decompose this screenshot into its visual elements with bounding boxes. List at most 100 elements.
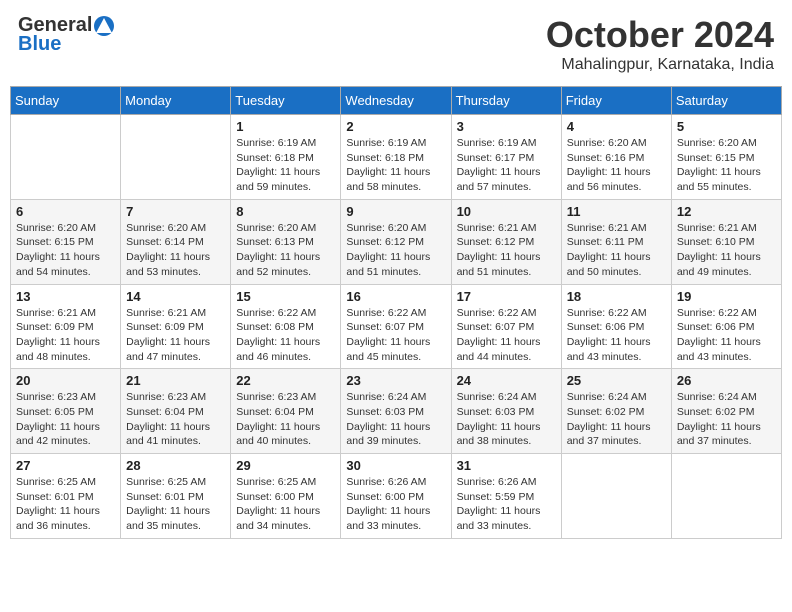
calendar-week-row: 27 Sunrise: 6:25 AMSunset: 6:01 PMDayligh… (11, 454, 782, 539)
logo-blue-text: Blue (18, 33, 61, 56)
day-info: Sunrise: 6:25 AMSunset: 6:01 PMDaylight:… (126, 475, 225, 534)
calendar-cell: 6Sunrise: 6:20 AMSunset: 6:15 PMDaylight… (11, 199, 121, 284)
calendar-cell: 4 Sunrise: 6:20 AMSunset: 6:16 PMDaylight… (561, 115, 671, 200)
day-info: Sunrise: 6:23 AMSunset: 6:04 PMDaylight:… (126, 390, 225, 449)
calendar-cell: 10 Sunrise: 6:21 AMSunset: 6:12 PMDayligh… (451, 199, 561, 284)
day-info: Sunrise: 6:20 AMSunset: 6:12 PMDaylight:… (346, 221, 445, 280)
day-number: 19 (677, 289, 776, 304)
day-info: Sunrise: 6:25 AMSunset: 6:01 PMDaylight:… (16, 475, 115, 534)
day-number: 14 (126, 289, 225, 304)
logo: General Blue (18, 14, 115, 56)
day-number: 29 (236, 458, 335, 473)
day-info: Sunrise: 6:19 AMSunset: 6:18 PMDaylight:… (236, 136, 335, 195)
day-info: Sunrise: 6:26 AMSunset: 6:00 PMDaylight:… (346, 475, 445, 534)
day-number: 31 (457, 458, 556, 473)
month-title: October 2024 (546, 14, 774, 56)
calendar-cell: 28 Sunrise: 6:25 AMSunset: 6:01 PMDayligh… (121, 454, 231, 539)
day-number: 10 (457, 204, 556, 219)
calendar-cell: 15 Sunrise: 6:22 AMSunset: 6:08 PMDayligh… (231, 284, 341, 369)
day-number: 30 (346, 458, 445, 473)
calendar-cell: 8 Sunrise: 6:20 AMSunset: 6:13 PMDaylight… (231, 199, 341, 284)
day-info: Sunrise: 6:19 AMSunset: 6:18 PMDaylight:… (346, 136, 445, 195)
day-number: 22 (236, 373, 335, 388)
day-info: Sunrise: 6:22 AMSunset: 6:07 PMDaylight:… (346, 306, 445, 365)
calendar-cell: 27 Sunrise: 6:25 AMSunset: 6:01 PMDayligh… (11, 454, 121, 539)
calendar-cell: 12 Sunrise: 6:21 AMSunset: 6:10 PMDayligh… (671, 199, 781, 284)
day-info: Sunrise: 6:20 AMSunset: 6:15 PMDaylight:… (16, 221, 115, 280)
day-number: 4 (567, 119, 666, 134)
calendar-cell: 2Sunrise: 6:19 AMSunset: 6:18 PMDaylight… (341, 115, 451, 200)
day-header-wednesday: Wednesday (341, 87, 451, 115)
calendar-cell: 19 Sunrise: 6:22 AMSunset: 6:06 PMDayligh… (671, 284, 781, 369)
day-info: Sunrise: 6:25 AMSunset: 6:00 PMDaylight:… (236, 475, 335, 534)
day-header-saturday: Saturday (671, 87, 781, 115)
day-number: 20 (16, 373, 115, 388)
day-info: Sunrise: 6:24 AMSunset: 6:03 PMDaylight:… (346, 390, 445, 449)
calendar-cell: 11Sunrise: 6:21 AMSunset: 6:11 PMDayligh… (561, 199, 671, 284)
day-number: 15 (236, 289, 335, 304)
day-header-friday: Friday (561, 87, 671, 115)
calendar-cell: 29 Sunrise: 6:25 AMSunset: 6:00 PMDayligh… (231, 454, 341, 539)
title-block: October 2024 Mahalingpur, Karnataka, Ind… (546, 14, 774, 74)
calendar-cell (11, 115, 121, 200)
calendar-cell: 14 Sunrise: 6:21 AMSunset: 6:09 PMDayligh… (121, 284, 231, 369)
calendar-cell: 21 Sunrise: 6:23 AMSunset: 6:04 PMDayligh… (121, 369, 231, 454)
day-info: Sunrise: 6:24 AMSunset: 6:03 PMDaylight:… (457, 390, 556, 449)
calendar-table: SundayMondayTuesdayWednesdayThursdayFrid… (10, 86, 782, 539)
day-number: 7 (126, 204, 225, 219)
calendar-cell: 31 Sunrise: 6:26 AMSunset: 5:59 PMDayligh… (451, 454, 561, 539)
day-number: 8 (236, 204, 335, 219)
day-number: 12 (677, 204, 776, 219)
day-header-thursday: Thursday (451, 87, 561, 115)
day-header-sunday: Sunday (11, 87, 121, 115)
page-header: General Blue October 2024 Mahalingpur, K… (10, 10, 782, 78)
calendar-cell: 24 Sunrise: 6:24 AMSunset: 6:03 PMDayligh… (451, 369, 561, 454)
calendar-cell: 9 Sunrise: 6:20 AMSunset: 6:12 PMDaylight… (341, 199, 451, 284)
calendar-cell: 3 Sunrise: 6:19 AMSunset: 6:17 PMDaylight… (451, 115, 561, 200)
calendar-cell: 16 Sunrise: 6:22 AMSunset: 6:07 PMDayligh… (341, 284, 451, 369)
day-number: 1 (236, 119, 335, 134)
calendar-cell: 22 Sunrise: 6:23 AMSunset: 6:04 PMDayligh… (231, 369, 341, 454)
day-info: Sunrise: 6:20 AMSunset: 6:13 PMDaylight:… (236, 221, 335, 280)
day-info: Sunrise: 6:19 AMSunset: 6:17 PMDaylight:… (457, 136, 556, 195)
day-number: 27 (16, 458, 115, 473)
day-number: 24 (457, 373, 556, 388)
day-number: 16 (346, 289, 445, 304)
day-info: Sunrise: 6:21 AMSunset: 6:11 PMDaylight:… (567, 221, 666, 280)
calendar-week-row: 1 Sunrise: 6:19 AMSunset: 6:18 PMDaylight… (11, 115, 782, 200)
day-info: Sunrise: 6:22 AMSunset: 6:06 PMDaylight:… (677, 306, 776, 365)
calendar-cell: 25 Sunrise: 6:24 AMSunset: 6:02 PMDayligh… (561, 369, 671, 454)
calendar-cell: 17Sunrise: 6:22 AMSunset: 6:07 PMDayligh… (451, 284, 561, 369)
day-info: Sunrise: 6:24 AMSunset: 6:02 PMDaylight:… (677, 390, 776, 449)
day-number: 26 (677, 373, 776, 388)
day-number: 3 (457, 119, 556, 134)
calendar-cell: 13 Sunrise: 6:21 AMSunset: 6:09 PMDayligh… (11, 284, 121, 369)
calendar-cell: 30 Sunrise: 6:26 AMSunset: 6:00 PMDayligh… (341, 454, 451, 539)
location: Mahalingpur, Karnataka, India (546, 56, 774, 74)
calendar-cell (671, 454, 781, 539)
day-number: 28 (126, 458, 225, 473)
day-info: Sunrise: 6:23 AMSunset: 6:04 PMDaylight:… (236, 390, 335, 449)
calendar-cell: 5Sunrise: 6:20 AMSunset: 6:15 PMDaylight… (671, 115, 781, 200)
day-info: Sunrise: 6:21 AMSunset: 6:10 PMDaylight:… (677, 221, 776, 280)
day-number: 25 (567, 373, 666, 388)
calendar-week-row: 13 Sunrise: 6:21 AMSunset: 6:09 PMDayligh… (11, 284, 782, 369)
day-info: Sunrise: 6:22 AMSunset: 6:07 PMDaylight:… (457, 306, 556, 365)
day-info: Sunrise: 6:21 AMSunset: 6:09 PMDaylight:… (16, 306, 115, 365)
calendar-cell (121, 115, 231, 200)
calendar-week-row: 6Sunrise: 6:20 AMSunset: 6:15 PMDaylight… (11, 199, 782, 284)
day-info: Sunrise: 6:21 AMSunset: 6:09 PMDaylight:… (126, 306, 225, 365)
day-number: 5 (677, 119, 776, 134)
logo-icon (93, 15, 115, 37)
calendar-header-row: SundayMondayTuesdayWednesdayThursdayFrid… (11, 87, 782, 115)
day-number: 13 (16, 289, 115, 304)
day-number: 21 (126, 373, 225, 388)
day-info: Sunrise: 6:26 AMSunset: 5:59 PMDaylight:… (457, 475, 556, 534)
day-number: 9 (346, 204, 445, 219)
day-info: Sunrise: 6:24 AMSunset: 6:02 PMDaylight:… (567, 390, 666, 449)
day-header-tuesday: Tuesday (231, 87, 341, 115)
day-info: Sunrise: 6:22 AMSunset: 6:08 PMDaylight:… (236, 306, 335, 365)
day-info: Sunrise: 6:21 AMSunset: 6:12 PMDaylight:… (457, 221, 556, 280)
calendar-cell (561, 454, 671, 539)
day-info: Sunrise: 6:20 AMSunset: 6:16 PMDaylight:… (567, 136, 666, 195)
